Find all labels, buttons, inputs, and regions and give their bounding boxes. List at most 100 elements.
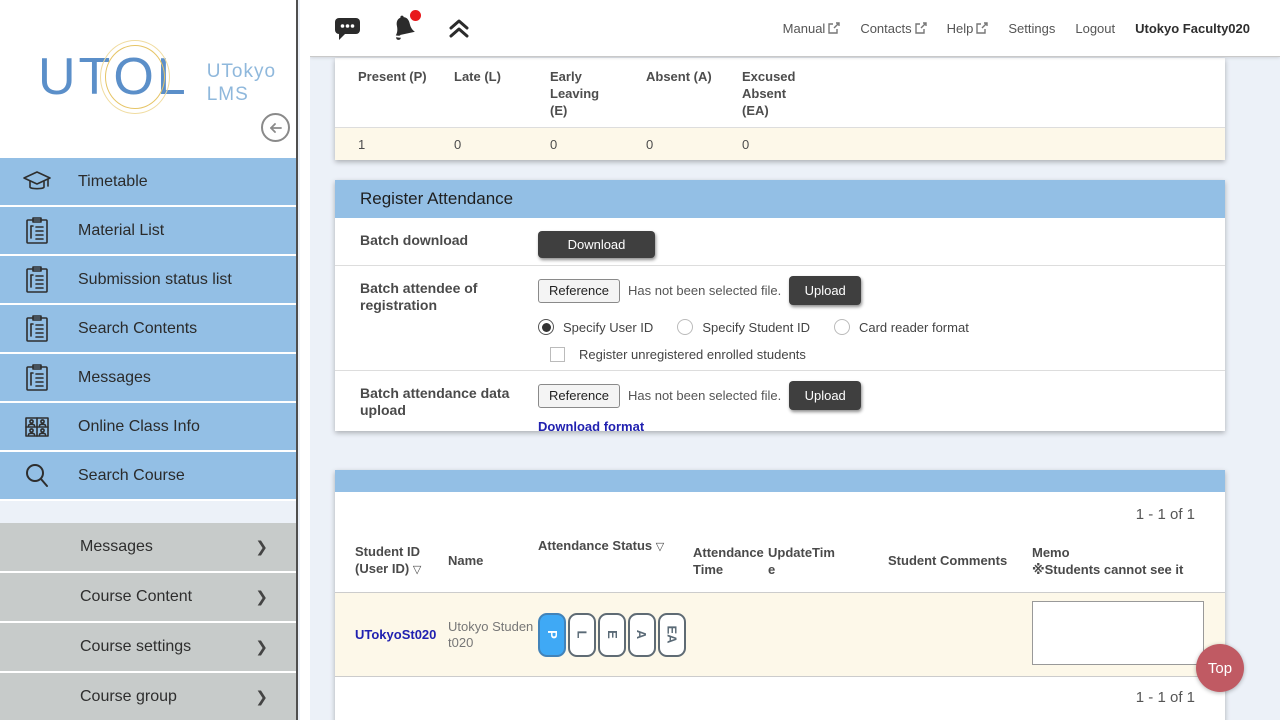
sidebar: UTOL UTokyo LMS Timetable bbox=[0, 0, 298, 720]
graduation-cap-icon bbox=[20, 167, 54, 197]
register-unregistered-checkbox[interactable] bbox=[550, 347, 565, 362]
sidebar-item-label: Timetable bbox=[78, 173, 148, 191]
clipboard-icon bbox=[20, 363, 54, 393]
utol-logo: UTOL UTokyo LMS bbox=[38, 48, 276, 106]
manual-link[interactable]: Manual bbox=[783, 21, 841, 36]
arrow-left-icon bbox=[268, 120, 284, 136]
upload-button[interactable]: Upload bbox=[789, 381, 861, 410]
sidebar-item-label: Messages bbox=[78, 369, 151, 387]
clipboard-icon bbox=[20, 314, 54, 344]
reference-button[interactable]: Reference bbox=[538, 384, 620, 408]
clipboard-icon bbox=[20, 265, 54, 295]
sidebar-item-online-class-info[interactable]: Online Class Info bbox=[0, 403, 296, 450]
chevron-right-icon: ❯ bbox=[255, 588, 268, 606]
student-list-header-bar bbox=[335, 470, 1225, 492]
summary-header: Late (L) bbox=[431, 68, 527, 119]
status-button-absent[interactable]: A bbox=[628, 613, 656, 657]
sidebar-item-course-messages[interactable]: Messages ❯ bbox=[0, 523, 296, 571]
sidebar-item-messages[interactable]: Messages bbox=[0, 354, 296, 401]
radio-icon bbox=[677, 319, 693, 335]
summary-value-row: 1 0 0 0 0 bbox=[335, 127, 1225, 160]
sidebar-item-label: Material List bbox=[78, 222, 164, 240]
reference-button[interactable]: Reference bbox=[538, 279, 620, 303]
logo-text: UT bbox=[38, 48, 113, 106]
topbar: Manual Contacts Help Settings Logout Uto… bbox=[310, 0, 1280, 57]
sort-icon[interactable]: ▽ bbox=[656, 541, 664, 553]
batch-attendee-row: Batch attendee of registration Reference… bbox=[335, 266, 1225, 371]
sort-icon[interactable]: ▽ bbox=[413, 564, 421, 576]
radio-icon bbox=[538, 319, 554, 335]
username: Utokyo Faculty020 bbox=[1135, 21, 1250, 36]
sidebar-item-label: Course Content bbox=[80, 588, 192, 606]
summary-header-row: Present (P) Late (L) Early Leaving (E) A… bbox=[335, 58, 1225, 127]
memo-cell bbox=[1032, 601, 1204, 668]
header-name: Name bbox=[448, 552, 538, 569]
header-student-id[interactable]: Student ID (User ID) ▽ bbox=[355, 543, 448, 579]
status-button-excused-absent[interactable]: EA bbox=[658, 613, 686, 657]
upload-button[interactable]: Upload bbox=[789, 276, 861, 305]
batch-upload-label: Batch attendance data upload bbox=[335, 371, 538, 431]
bell-icon[interactable] bbox=[389, 13, 419, 43]
sidebar-item-label: Course group bbox=[80, 688, 177, 706]
external-link-icon bbox=[976, 22, 988, 34]
scroll-to-top-button[interactable]: Top bbox=[1196, 644, 1244, 692]
sidebar-item-course-settings[interactable]: Course settings ❯ bbox=[0, 623, 296, 671]
sidebar-item-submission-status-list[interactable]: Submission status list bbox=[0, 256, 296, 303]
sidebar-item-search-course[interactable]: Search Course bbox=[0, 452, 296, 499]
external-link-icon bbox=[828, 22, 840, 34]
attendance-summary-card: Present (P) Late (L) Early Leaving (E) A… bbox=[335, 58, 1225, 160]
sidebar-item-material-list[interactable]: Material List bbox=[0, 207, 296, 254]
section-title: Register Attendance bbox=[360, 189, 513, 209]
summary-header: Present (P) bbox=[335, 68, 431, 119]
file-status-text: Has not been selected file. bbox=[628, 283, 781, 298]
sidebar-item-label: Course settings bbox=[80, 638, 191, 656]
summary-value-absent: 0 bbox=[623, 137, 719, 152]
header-attendance-status[interactable]: Attendance Status ▽ bbox=[538, 529, 693, 556]
summary-header: Excused Absent (EA) bbox=[719, 68, 815, 119]
logout-link[interactable]: Logout bbox=[1075, 21, 1115, 36]
contacts-link[interactable]: Contacts bbox=[860, 21, 926, 36]
header-memo: Memo ※Students cannot see it bbox=[1032, 544, 1204, 578]
sidebar-item-search-contents[interactable]: Search Contents bbox=[0, 305, 296, 352]
topbar-links: Manual Contacts Help Settings Logout Uto… bbox=[783, 21, 1250, 36]
sidebar-item-course-content[interactable]: Course Content ❯ bbox=[0, 573, 296, 621]
logo-subtitle: UTokyo LMS bbox=[207, 60, 276, 106]
radio-icon bbox=[834, 319, 850, 335]
help-link[interactable]: Help bbox=[947, 21, 989, 36]
topbar-icons bbox=[334, 13, 471, 43]
summary-value-early-leaving: 0 bbox=[527, 137, 623, 152]
notification-badge bbox=[410, 10, 421, 21]
attendance-status-buttons: P L E A EA bbox=[538, 613, 693, 657]
radio-card-reader-format[interactable]: Card reader format bbox=[834, 319, 969, 335]
chat-icon[interactable] bbox=[334, 15, 361, 41]
sidebar-item-course-group[interactable]: Course group ❯ bbox=[0, 673, 296, 720]
online-class-icon bbox=[20, 412, 54, 442]
radio-specify-student-id[interactable]: Specify Student ID bbox=[677, 319, 810, 335]
status-button-early-leaving[interactable]: E bbox=[598, 613, 626, 657]
summary-value-present: 1 bbox=[335, 137, 431, 152]
sidebar-item-label: Search Course bbox=[78, 467, 185, 485]
collapse-up-icon[interactable] bbox=[447, 17, 471, 39]
chevron-right-icon: ❯ bbox=[255, 538, 268, 556]
settings-link[interactable]: Settings bbox=[1008, 21, 1055, 36]
chevron-right-icon: ❯ bbox=[255, 638, 268, 656]
search-icon bbox=[20, 461, 54, 491]
status-button-present[interactable]: P bbox=[538, 613, 566, 657]
summary-header: Early Leaving (E) bbox=[527, 68, 623, 119]
student-name: Utokyo Student020 bbox=[448, 619, 538, 651]
memo-textarea[interactable] bbox=[1032, 601, 1204, 665]
header-update-time: UpdateTime bbox=[768, 544, 888, 578]
logo-area: UTOL UTokyo LMS bbox=[0, 0, 296, 158]
download-format-link[interactable]: Download format bbox=[538, 419, 644, 434]
sidebar-item-label: Submission status list bbox=[78, 271, 232, 289]
radio-specify-user-id[interactable]: Specify User ID bbox=[538, 319, 653, 335]
sidebar-collapse-button[interactable] bbox=[261, 113, 290, 142]
pagination-top: 1 - 1 of 1 bbox=[335, 492, 1225, 529]
register-attendance-header: Register Attendance bbox=[335, 180, 1225, 218]
sidebar-item-timetable[interactable]: Timetable bbox=[0, 158, 296, 205]
student-table-row: UTokyoSt020 Utokyo Student020 P L E A EA bbox=[335, 592, 1225, 677]
sidebar-item-label: Online Class Info bbox=[78, 418, 200, 436]
status-button-late[interactable]: L bbox=[568, 613, 596, 657]
student-id-link[interactable]: UTokyoSt020 bbox=[355, 627, 448, 642]
download-button[interactable]: Download bbox=[538, 231, 655, 258]
